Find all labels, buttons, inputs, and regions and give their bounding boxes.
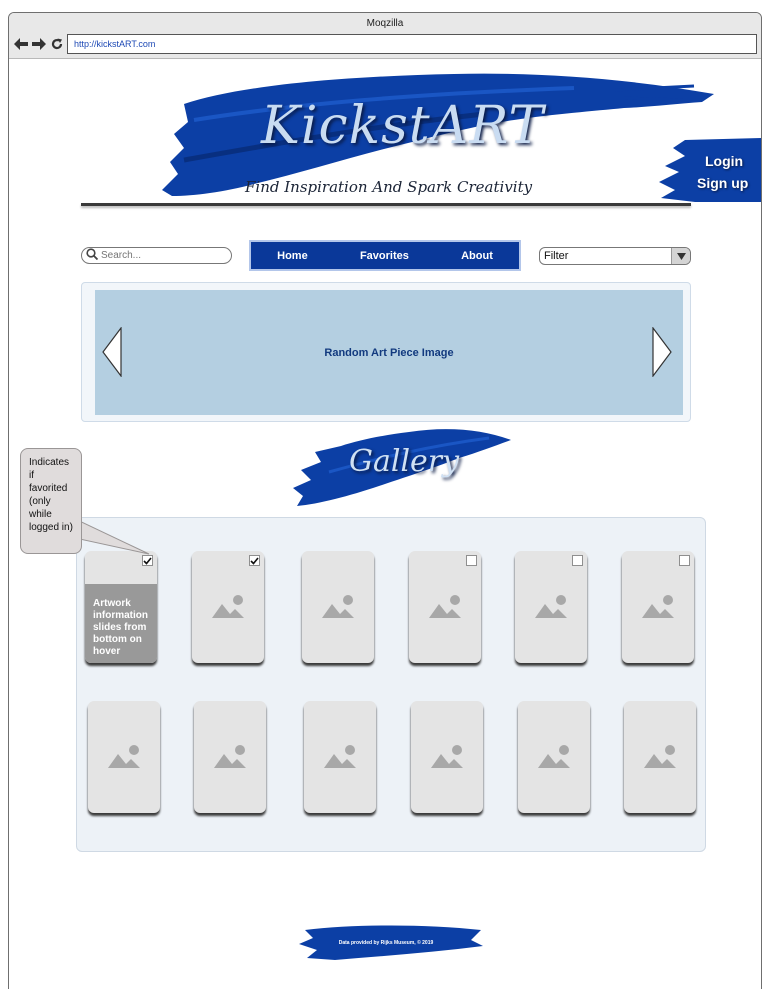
browser-window: Moqzilla http://kickstART.com KickstART … (8, 12, 762, 989)
forward-icon[interactable] (31, 36, 46, 51)
artwork-card[interactable] (624, 701, 696, 813)
reload-icon[interactable] (49, 36, 64, 51)
image-placeholder-icon (322, 595, 354, 618)
artwork-card[interactable] (88, 701, 160, 813)
image-placeholder-icon (538, 745, 570, 768)
artwork-card[interactable] (411, 701, 483, 813)
site-logo[interactable]: KickstART (261, 96, 544, 156)
search-input[interactable] (101, 250, 221, 261)
gallery-title: Gallery (349, 444, 460, 479)
image-placeholder-icon (108, 745, 140, 768)
nav-about[interactable]: About (461, 250, 493, 262)
carousel-next-icon[interactable] (652, 327, 672, 377)
header-divider (81, 203, 691, 206)
nav-home[interactable]: Home (277, 250, 308, 262)
image-placeholder-icon (214, 745, 246, 768)
callout-pointer (73, 517, 150, 555)
artwork-card[interactable] (302, 551, 374, 663)
carousel-prev-icon[interactable] (102, 327, 122, 377)
favorite-checkbox[interactable] (572, 555, 583, 566)
artwork-card[interactable]: Artwork information slides from bottom o… (85, 551, 157, 663)
carousel-label: Random Art Piece Image (324, 346, 454, 359)
artwork-card[interactable] (194, 701, 266, 813)
login-link[interactable]: Login (705, 153, 743, 169)
main-nav: Home Favorites About (249, 240, 521, 271)
browser-nav-buttons (13, 36, 64, 51)
search-box[interactable] (81, 247, 232, 264)
favorite-checkbox[interactable] (249, 555, 260, 566)
filter-value: Filter (544, 250, 569, 262)
artwork-card[interactable] (409, 551, 481, 663)
site-tagline: Find Inspiration And Spark Creativity (245, 178, 533, 196)
filter-dropdown[interactable]: Filter (539, 247, 691, 265)
artwork-card[interactable] (304, 701, 376, 813)
browser-titlebar: Moqzilla http://kickstART.com (9, 13, 761, 59)
artwork-card[interactable] (622, 551, 694, 663)
window-title: Moqzilla (366, 18, 404, 29)
dropdown-arrow-icon[interactable] (671, 248, 690, 264)
auth-brush-stroke (659, 138, 761, 202)
favorite-callout: Indicates if favorited (only while logge… (20, 448, 82, 554)
favorite-checkbox[interactable] (142, 555, 153, 566)
gallery-grid (76, 517, 706, 852)
image-placeholder-icon (324, 745, 356, 768)
carousel-image[interactable]: Random Art Piece Image (95, 290, 683, 415)
artwork-card[interactable] (518, 701, 590, 813)
image-placeholder-icon (212, 595, 244, 618)
artwork-card[interactable] (515, 551, 587, 663)
image-placeholder-icon (642, 595, 674, 618)
artwork-info-overlay: Artwork information slides from bottom o… (85, 584, 157, 663)
artwork-card[interactable] (192, 551, 264, 663)
signup-link[interactable]: Sign up (697, 175, 748, 191)
favorite-checkbox[interactable] (466, 555, 477, 566)
image-placeholder-icon (431, 745, 463, 768)
page-content: KickstART Find Inspiration And Spark Cre… (9, 60, 761, 989)
image-placeholder-icon (644, 745, 676, 768)
search-icon (86, 247, 99, 265)
url-bar[interactable]: http://kickstART.com (67, 34, 757, 54)
nav-favorites[interactable]: Favorites (360, 250, 409, 262)
back-icon[interactable] (13, 36, 28, 51)
image-placeholder-icon (535, 595, 567, 618)
featured-carousel: Random Art Piece Image (81, 282, 691, 422)
footer-credit: Data provided by Rijks Museum, © 2019 (338, 940, 434, 946)
favorite-checkbox[interactable] (679, 555, 690, 566)
image-placeholder-icon (429, 595, 461, 618)
